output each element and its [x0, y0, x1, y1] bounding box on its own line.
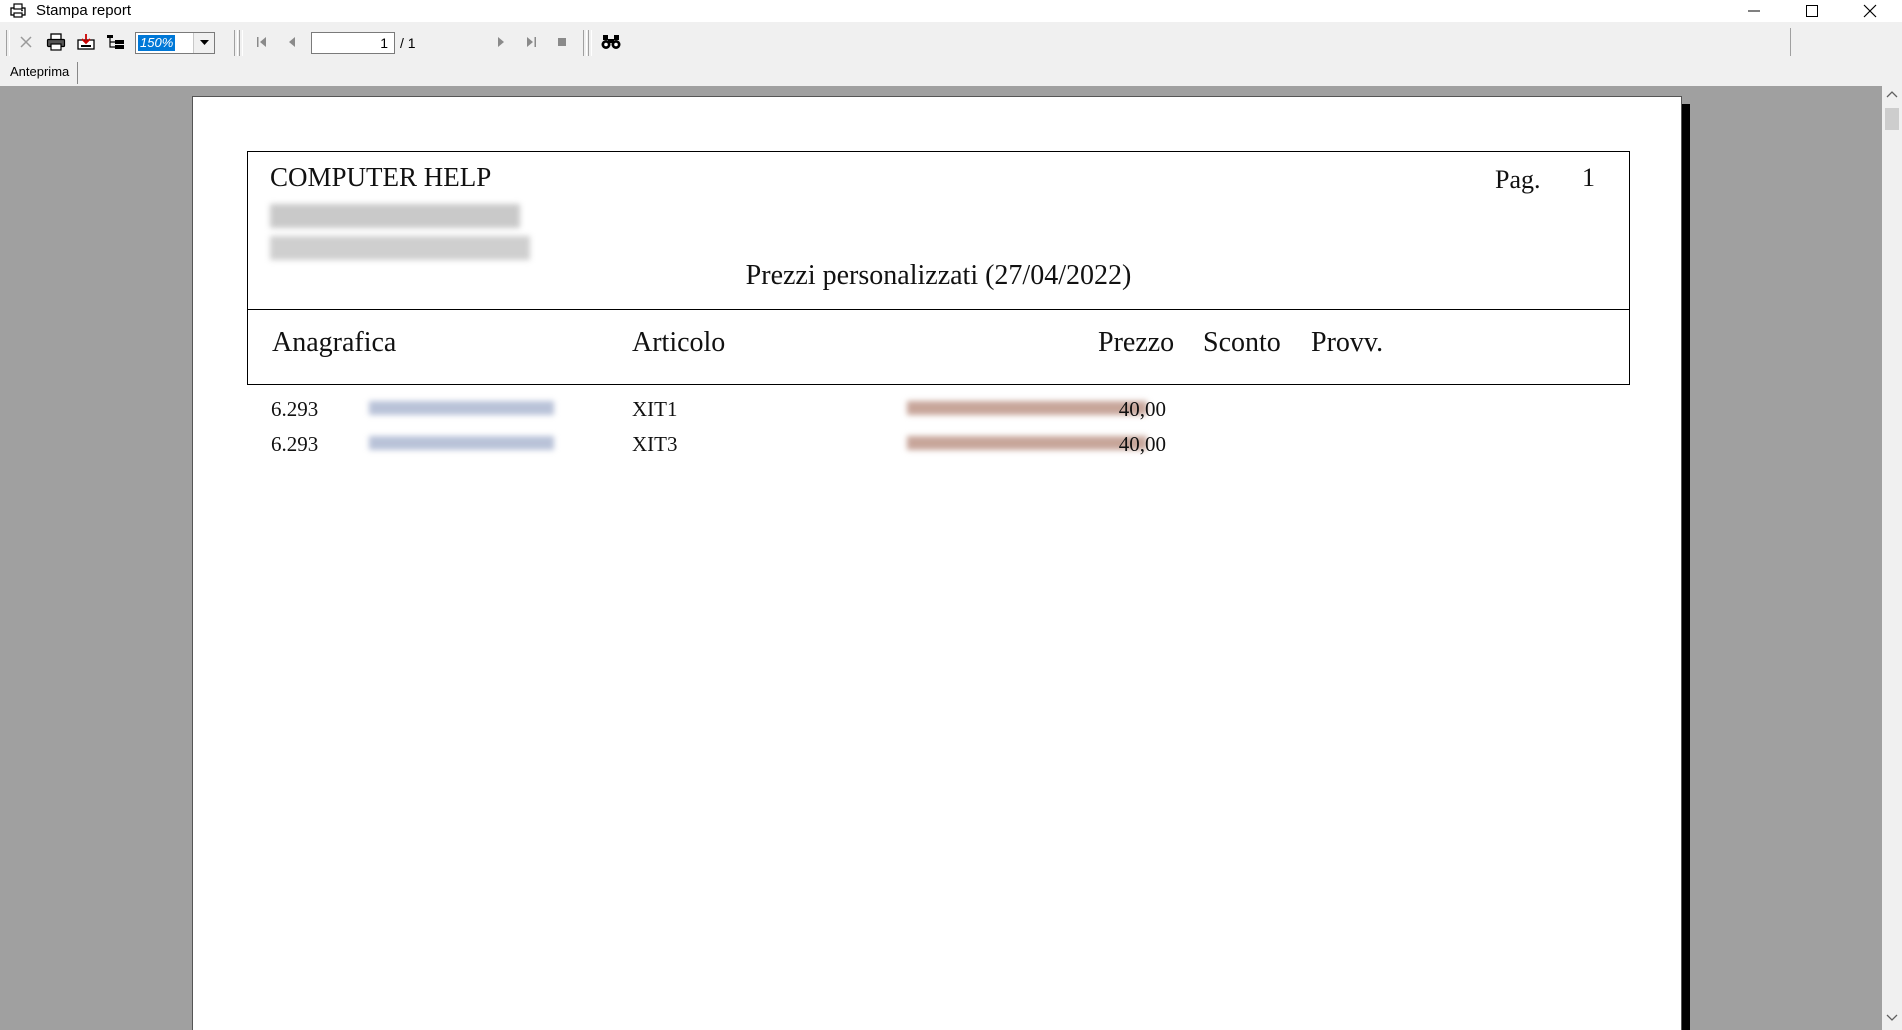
page-number: 1 [1582, 163, 1595, 192]
row-code: 6.293 [271, 432, 319, 456]
page-label: Pag. [1495, 165, 1541, 194]
toolbar-grip [583, 30, 587, 56]
zoom-value: 150% [138, 35, 176, 51]
close-window-button[interactable] [1842, 0, 1898, 22]
row-article: XIT3 [632, 432, 678, 456]
tab-anteprima[interactable]: Anteprima [2, 62, 79, 84]
zoom-select[interactable]: 150% [135, 32, 215, 54]
redacted-address [270, 204, 520, 228]
chevron-down-icon [199, 40, 209, 45]
preview-area[interactable]: COMPUTER HELP Pag. 1 Prezzi personalizza… [0, 86, 1882, 1030]
printer-app-icon [9, 2, 27, 19]
stop-icon [558, 38, 566, 46]
search-binoculars-icon [601, 35, 621, 49]
find-button[interactable] [598, 29, 624, 55]
print-icon [46, 33, 66, 51]
report-title: Prezzi personalizzati (27/04/2022) [745, 260, 1132, 291]
redacted-address [270, 236, 530, 260]
report-header: COMPUTER HELP Pag. 1 Prezzi personalizza… [247, 151, 1630, 310]
prev-page-icon [289, 37, 295, 47]
print-button[interactable] [43, 29, 69, 55]
maximize-button[interactable] [1784, 0, 1840, 22]
toolbar-divider [1790, 28, 1791, 56]
scroll-thumb[interactable] [1885, 108, 1899, 130]
redacted-name [369, 401, 554, 415]
toolbar-grip [6, 30, 10, 56]
close-icon [1863, 4, 1877, 18]
stop-button[interactable] [549, 29, 575, 55]
toolbar-grip [239, 30, 243, 56]
vertical-scrollbar[interactable] [1882, 86, 1902, 1030]
next-page-button[interactable] [488, 29, 514, 55]
last-page-icon [527, 37, 536, 47]
last-page-button[interactable] [518, 29, 544, 55]
toolbar: 150% 1 / 1 [0, 22, 1902, 62]
outline-button[interactable] [103, 29, 129, 55]
col-sconto: Sconto [1203, 327, 1281, 358]
page-total: / 1 [400, 35, 416, 51]
zoom-dropdown-button[interactable] [193, 33, 214, 53]
column-header: Anagrafica Articolo Prezzo Sconto Provv. [247, 310, 1630, 385]
row-price: 40,00 [1118, 432, 1166, 456]
tree-icon [107, 35, 124, 49]
first-page-icon [257, 37, 266, 47]
toolbar-grip [588, 30, 592, 56]
table-row: 6.293 XIT3 40,00 [247, 432, 1630, 462]
window-title: Stampa report [36, 2, 132, 19]
minimize-button[interactable] [1726, 0, 1782, 22]
scroll-up-icon[interactable] [1886, 90, 1898, 98]
export-icon [77, 34, 95, 50]
table-row: 6.293 XIT1 40,00 [247, 397, 1630, 427]
col-prezzo: Prezzo [1098, 327, 1175, 358]
export-button[interactable] [73, 29, 99, 55]
row-article: XIT1 [632, 397, 678, 421]
tab-strip: Anteprima [0, 62, 1902, 86]
redacted-name [369, 436, 554, 450]
col-anagrafica: Anagrafica [272, 327, 397, 358]
first-page-button[interactable] [249, 29, 275, 55]
report-page: COMPUTER HELP Pag. 1 Prezzi personalizza… [192, 96, 1682, 1030]
next-page-icon [498, 37, 504, 47]
row-price: 40,00 [1118, 397, 1166, 421]
page-number-input[interactable]: 1 [311, 32, 395, 54]
scroll-down-icon[interactable] [1886, 1014, 1898, 1022]
minimize-icon [1748, 10, 1760, 12]
title-bar: Stampa report [0, 0, 1902, 22]
row-code: 6.293 [271, 397, 319, 421]
col-provv: Provv. [1311, 327, 1384, 358]
col-articolo: Articolo [632, 327, 726, 358]
maximize-icon [1806, 5, 1818, 17]
close-preview-button[interactable] [13, 29, 39, 55]
toolbar-grip [234, 30, 238, 56]
company-name: COMPUTER HELP [270, 162, 492, 192]
close-icon [20, 36, 32, 48]
prev-page-button[interactable] [279, 29, 305, 55]
